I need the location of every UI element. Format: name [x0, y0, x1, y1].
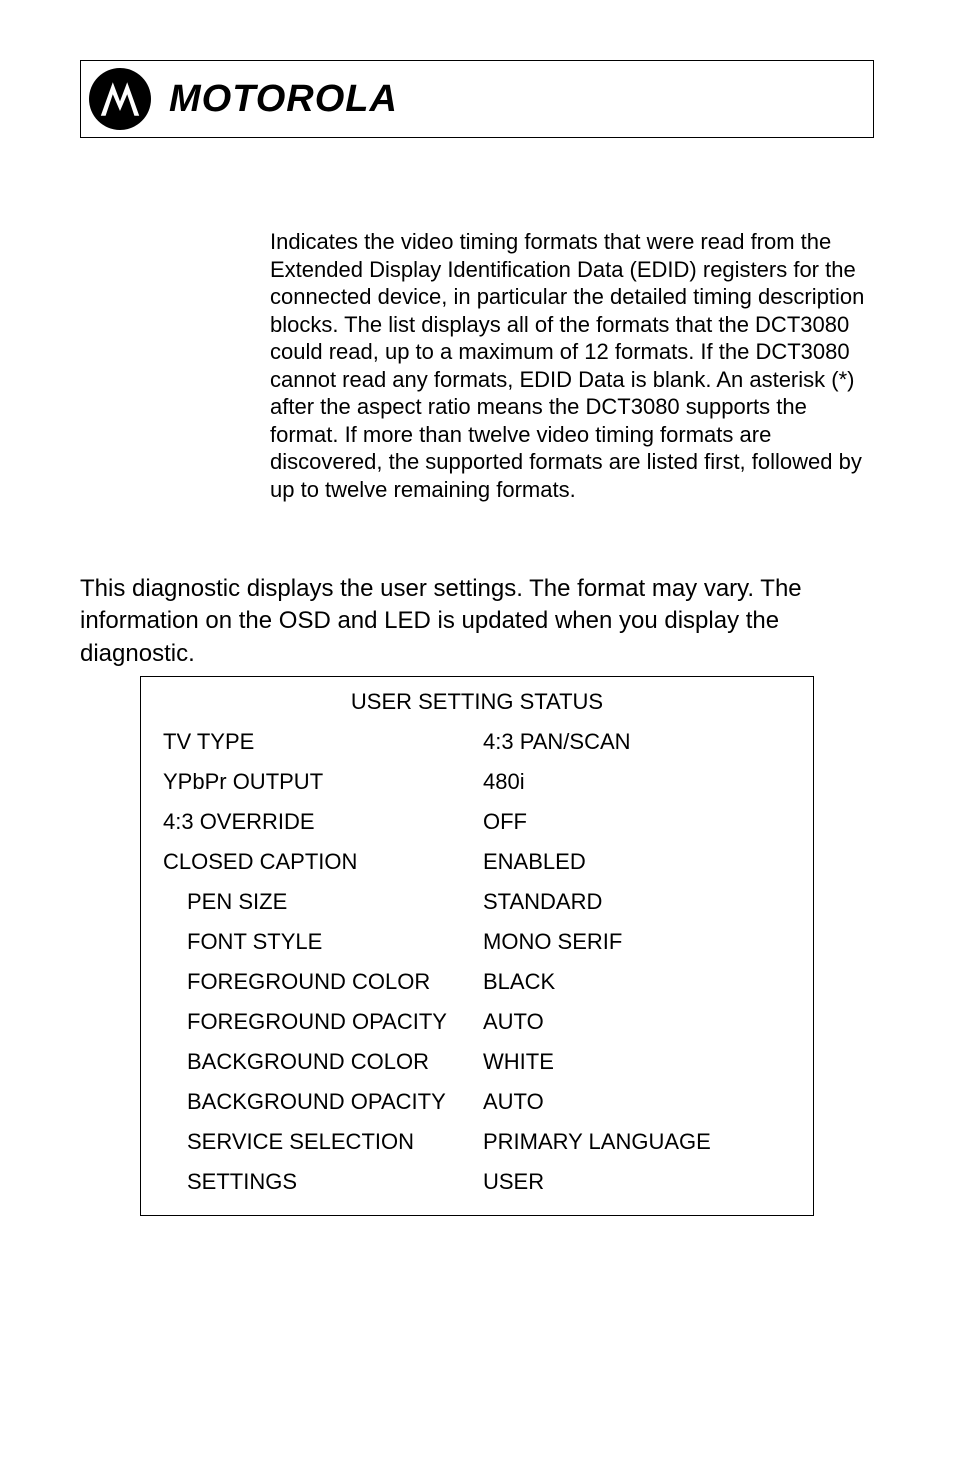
table-row: SERVICE SELECTIONPRIMARY LANGUAGE	[163, 1129, 791, 1155]
table-row: 4:3 OVERRIDEOFF	[163, 809, 791, 835]
header-bar: MOTOROLA	[80, 60, 874, 138]
edid-paragraph: Indicates the video timing formats that …	[270, 228, 874, 503]
table-row: BACKGROUND OPACITYAUTO	[163, 1089, 791, 1115]
row-value: AUTO	[483, 1089, 791, 1115]
table-row: FONT STYLEMONO SERIF	[163, 929, 791, 955]
row-value: OFF	[483, 809, 791, 835]
row-label: FOREGROUND COLOR	[163, 969, 483, 995]
row-label: YPbPr OUTPUT	[163, 769, 483, 795]
row-label: 4:3 OVERRIDE	[163, 809, 483, 835]
row-label: FOREGROUND OPACITY	[163, 1009, 483, 1035]
row-value: PRIMARY LANGUAGE	[483, 1129, 791, 1155]
page: MOTOROLA Indicates the video timing form…	[0, 0, 954, 1475]
row-value: 4:3 PAN/SCAN	[483, 729, 791, 755]
row-label: SETTINGS	[163, 1169, 483, 1195]
row-label: BACKGROUND OPACITY	[163, 1089, 483, 1115]
motorola-logo-icon	[89, 68, 151, 130]
table-row: YPbPr OUTPUT480i	[163, 769, 791, 795]
row-label: FONT STYLE	[163, 929, 483, 955]
row-value: MONO SERIF	[483, 929, 791, 955]
row-value: 480i	[483, 769, 791, 795]
batwing-icon	[96, 75, 144, 123]
row-label: CLOSED CAPTION	[163, 849, 483, 875]
row-label: PEN SIZE	[163, 889, 483, 915]
table-rows: TV TYPE4:3 PAN/SCANYPbPr OUTPUT480i4:3 O…	[163, 729, 791, 1195]
row-label: TV TYPE	[163, 729, 483, 755]
row-label: SERVICE SELECTION	[163, 1129, 483, 1155]
table-row: FOREGROUND OPACITYAUTO	[163, 1009, 791, 1035]
table-row: PEN SIZESTANDARD	[163, 889, 791, 915]
intro-text: This diagnostic displays the user settin…	[80, 573, 874, 670]
table-row: TV TYPE4:3 PAN/SCAN	[163, 729, 791, 755]
table-row: FOREGROUND COLORBLACK	[163, 969, 791, 995]
row-label: BACKGROUND COLOR	[163, 1049, 483, 1075]
user-setting-status-box: USER SETTING STATUS TV TYPE4:3 PAN/SCANY…	[140, 676, 814, 1216]
row-value: USER	[483, 1169, 791, 1195]
table-row: BACKGROUND COLORWHITE	[163, 1049, 791, 1075]
brand-text: MOTOROLA	[169, 78, 398, 121]
row-value: AUTO	[483, 1009, 791, 1035]
table-row: SETTINGSUSER	[163, 1169, 791, 1195]
table-row: CLOSED CAPTIONENABLED	[163, 849, 791, 875]
row-value: ENABLED	[483, 849, 791, 875]
row-value: STANDARD	[483, 889, 791, 915]
row-value: BLACK	[483, 969, 791, 995]
row-value: WHITE	[483, 1049, 791, 1075]
table-title: USER SETTING STATUS	[163, 689, 791, 715]
